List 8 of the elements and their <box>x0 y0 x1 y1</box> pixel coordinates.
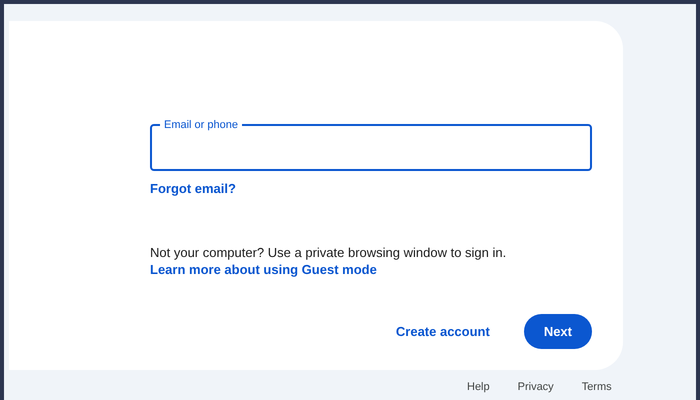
guest-note: Not your computer? Use a private browsing window to sign in. <box>150 244 506 261</box>
guest-mode-link[interactable]: Learn more about using Guest mode <box>150 261 377 278</box>
footer-link[interactable]: Help <box>467 381 490 393</box>
create-account-button[interactable]: Create account <box>384 314 502 349</box>
forgot-email-link[interactable]: Forgot email? <box>150 180 236 197</box>
next-button[interactable]: Next <box>524 314 592 349</box>
footer-link[interactable]: Terms <box>582 381 612 393</box>
footer-link[interactable]: Privacy <box>518 381 554 393</box>
